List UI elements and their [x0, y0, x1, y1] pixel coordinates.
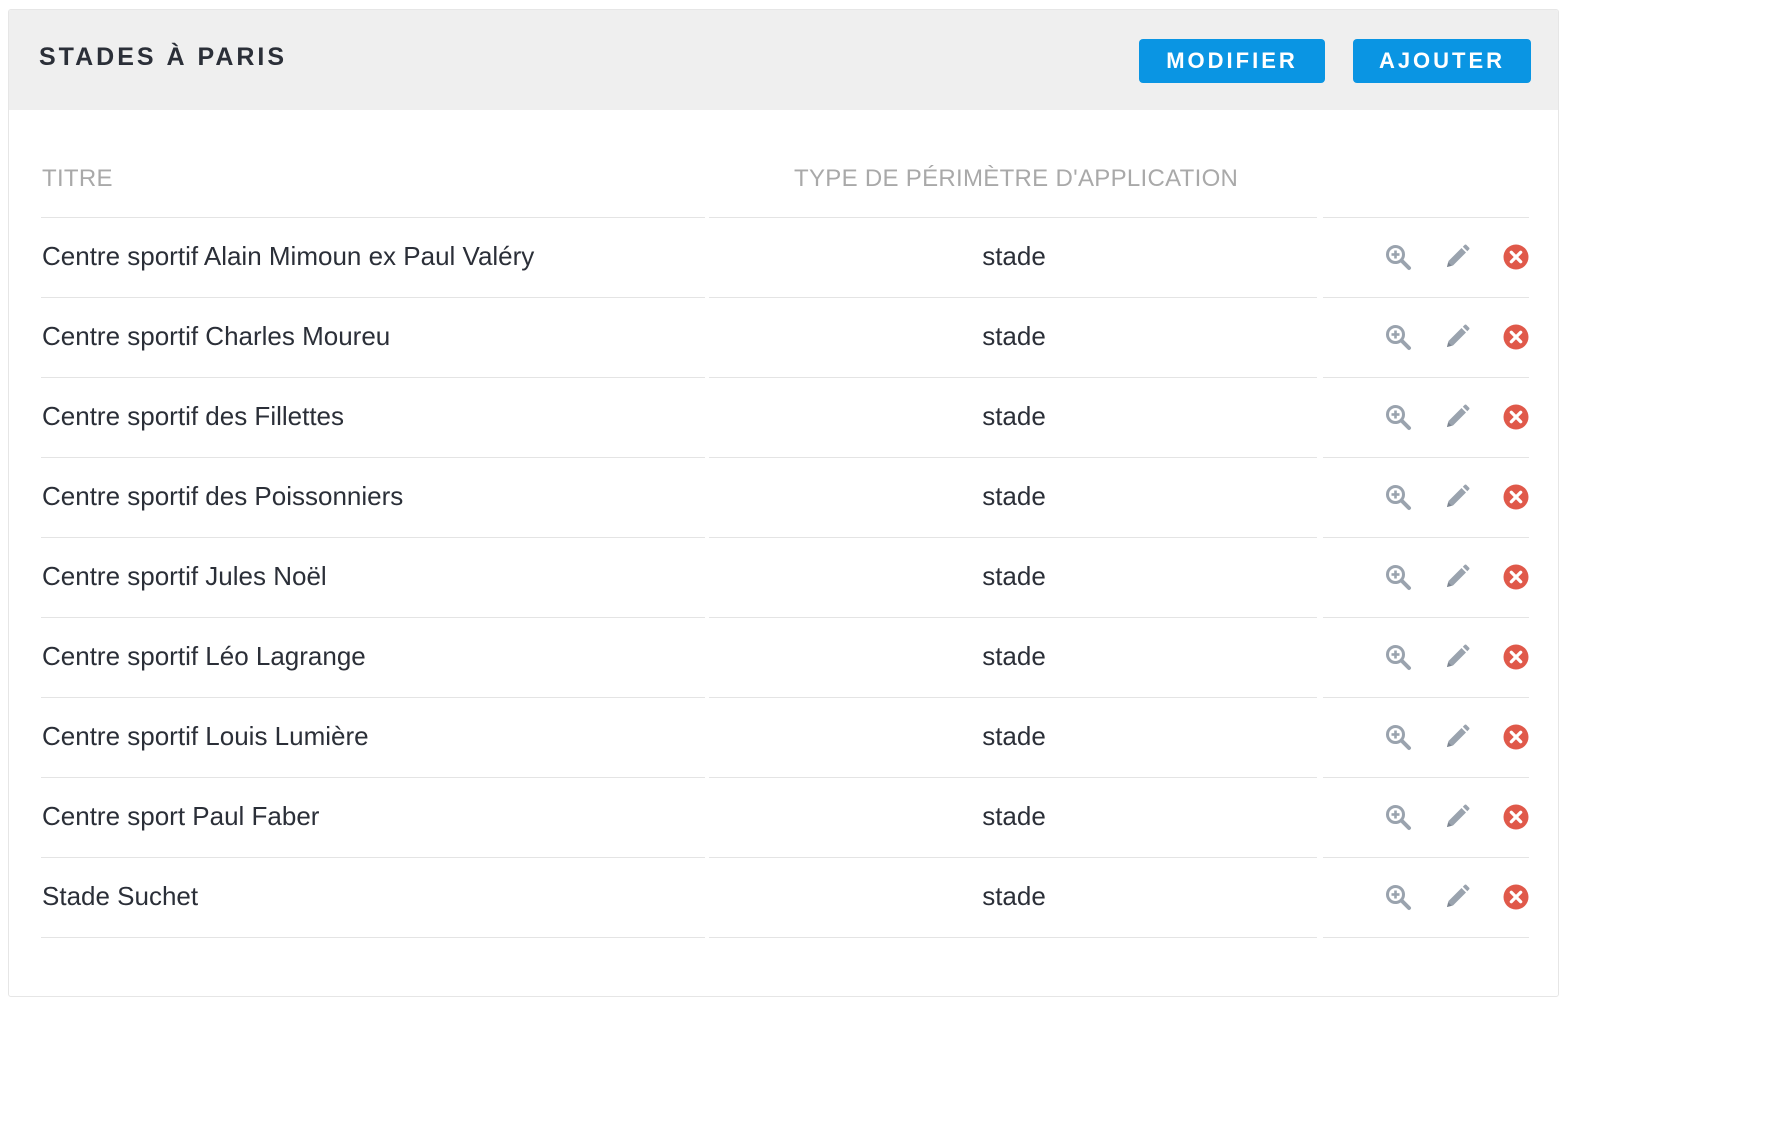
zoom-in-icon[interactable]	[1384, 803, 1412, 831]
row-type: stade	[982, 561, 1046, 591]
zoom-in-icon[interactable]	[1384, 323, 1412, 351]
table-row: Centre sportif Charles Moureu stade	[41, 297, 1529, 377]
ajouter-button[interactable]: AJOUTER	[1353, 39, 1531, 83]
row-divider	[709, 937, 1317, 938]
table-bottom-divider	[41, 937, 1529, 938]
pencil-icon[interactable]	[1443, 243, 1471, 271]
row-actions	[1381, 777, 1531, 856]
row-actions	[1381, 857, 1531, 936]
pencil-icon[interactable]	[1443, 323, 1471, 351]
delete-circle-icon[interactable]	[1502, 883, 1530, 911]
table-row: Centre sportif des Poissonniers stade	[41, 457, 1529, 537]
row-actions	[1381, 297, 1531, 376]
row-title: Centre sportif Jules Noël	[42, 561, 327, 591]
modifier-button[interactable]: MODIFIER	[1139, 39, 1325, 83]
column-header-titre[interactable]: TITRE	[42, 165, 113, 193]
table-row: Centre sportif Alain Mimoun ex Paul Valé…	[41, 217, 1529, 297]
delete-circle-icon[interactable]	[1502, 323, 1530, 351]
row-type: stade	[982, 401, 1046, 431]
data-table: TITRE TYPE DE PÉRIMÈTRE D'APPLICATION Ce…	[41, 140, 1529, 938]
row-title: Centre sport Paul Faber	[42, 801, 320, 831]
delete-circle-icon[interactable]	[1502, 803, 1530, 831]
delete-circle-icon[interactable]	[1502, 563, 1530, 591]
row-type: stade	[982, 641, 1046, 671]
table-row: Stade Suchet stade	[41, 857, 1529, 937]
row-title: Centre sportif Léo Lagrange	[42, 641, 366, 671]
row-title: Centre sportif Louis Lumière	[42, 721, 369, 751]
row-actions	[1381, 697, 1531, 776]
row-divider	[41, 937, 705, 938]
row-type: stade	[982, 481, 1046, 511]
row-type: stade	[982, 321, 1046, 351]
table-header: TITRE TYPE DE PÉRIMÈTRE D'APPLICATION	[41, 140, 1529, 217]
row-actions	[1381, 617, 1531, 696]
zoom-in-icon[interactable]	[1384, 243, 1412, 271]
row-actions	[1381, 217, 1531, 296]
pencil-icon[interactable]	[1443, 723, 1471, 751]
pencil-icon[interactable]	[1443, 483, 1471, 511]
row-actions	[1381, 537, 1531, 616]
delete-circle-icon[interactable]	[1502, 483, 1530, 511]
panel-header: STADES À PARIS MODIFIER AJOUTER	[9, 10, 1558, 110]
delete-circle-icon[interactable]	[1502, 723, 1530, 751]
zoom-in-icon[interactable]	[1384, 563, 1412, 591]
row-title: Stade Suchet	[42, 881, 199, 911]
pencil-icon[interactable]	[1443, 403, 1471, 431]
pencil-icon[interactable]	[1443, 563, 1471, 591]
stadium-list-panel: STADES À PARIS MODIFIER AJOUTER TITRE TY…	[8, 9, 1559, 997]
delete-circle-icon[interactable]	[1502, 403, 1530, 431]
row-type: stade	[982, 881, 1046, 911]
row-title: Centre sportif des Poissonniers	[42, 481, 404, 511]
zoom-in-icon[interactable]	[1384, 723, 1412, 751]
table-row: Centre sportif des Fillettes stade	[41, 377, 1529, 457]
row-type: stade	[982, 241, 1046, 271]
zoom-in-icon[interactable]	[1384, 403, 1412, 431]
row-divider	[1323, 937, 1529, 938]
row-title: Centre sportif Alain Mimoun ex Paul Valé…	[42, 241, 535, 271]
zoom-in-icon[interactable]	[1384, 883, 1412, 911]
table-body: Centre sportif Alain Mimoun ex Paul Valé…	[41, 217, 1529, 938]
table-row: Centre sport Paul Faber stade	[41, 777, 1529, 857]
pencil-icon[interactable]	[1443, 883, 1471, 911]
row-title: Centre sportif des Fillettes	[42, 401, 345, 431]
row-actions	[1381, 457, 1531, 536]
zoom-in-icon[interactable]	[1384, 643, 1412, 671]
zoom-in-icon[interactable]	[1384, 483, 1412, 511]
column-header-type[interactable]: TYPE DE PÉRIMÈTRE D'APPLICATION	[794, 165, 1238, 193]
table-row: Centre sportif Louis Lumière stade	[41, 697, 1529, 777]
page-title: STADES À PARIS	[39, 43, 288, 71]
pencil-icon[interactable]	[1443, 643, 1471, 671]
table-row: Centre sportif Jules Noël stade	[41, 537, 1529, 617]
pencil-icon[interactable]	[1443, 803, 1471, 831]
table-row: Centre sportif Léo Lagrange stade	[41, 617, 1529, 697]
row-type: stade	[982, 801, 1046, 831]
delete-circle-icon[interactable]	[1502, 643, 1530, 671]
row-title: Centre sportif Charles Moureu	[42, 321, 391, 351]
delete-circle-icon[interactable]	[1502, 243, 1530, 271]
row-type: stade	[982, 721, 1046, 751]
row-actions	[1381, 377, 1531, 456]
